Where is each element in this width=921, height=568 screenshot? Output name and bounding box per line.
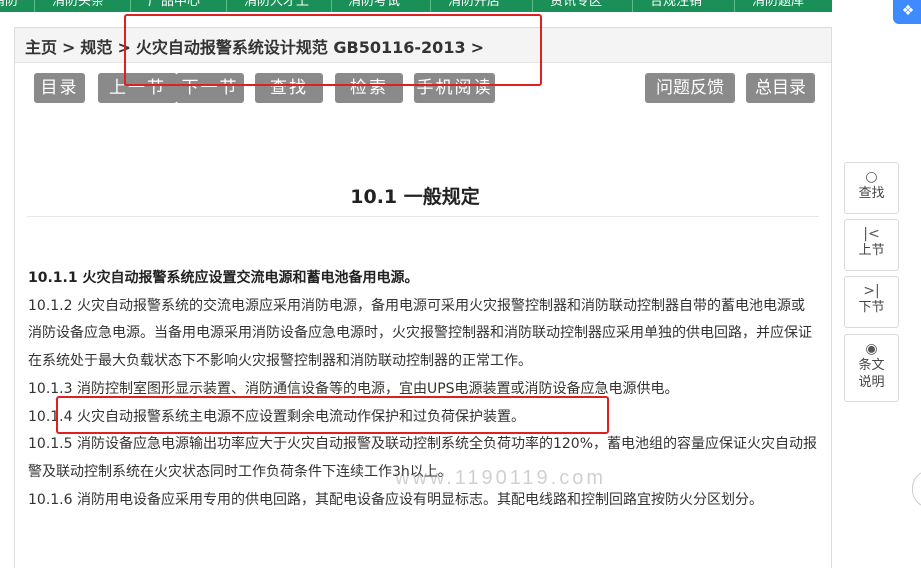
side-find-label: 查找 xyxy=(858,186,885,201)
eye-icon: ◉ xyxy=(865,341,878,357)
side-scroll-handle[interactable] xyxy=(912,470,921,508)
nav-separator xyxy=(331,0,332,12)
side-find-button[interactable]: ○ 查找 xyxy=(844,162,899,214)
next-section-icon: >| xyxy=(863,283,880,299)
breadcrumb-separator: > xyxy=(62,38,76,57)
side-prev-label: 上节 xyxy=(858,243,885,258)
side-prev-button[interactable]: |< 上节 xyxy=(844,219,899,271)
breadcrumb-home[interactable]: 主页 xyxy=(25,38,57,57)
nav-separator xyxy=(226,0,227,12)
nav-item[interactable]: 消防头条 xyxy=(52,0,104,11)
annotation-box-breadcrumb xyxy=(124,14,542,86)
side-clause-explanation-button[interactable]: ◉ 条文说明 xyxy=(844,334,899,402)
side-next-button[interactable]: >| 下节 xyxy=(844,276,899,328)
feedback-button[interactable]: 问题反馈 xyxy=(645,73,735,103)
nav-item[interactable]: 消防考试 xyxy=(348,0,400,11)
nav-separator xyxy=(632,0,633,12)
nav-item[interactable]: 消防人才上 xyxy=(244,0,309,11)
clause-10-1-6: 10.1.6 消防用电设备应采用专用的供电回路，其配电设备应设有明显标志。其配电… xyxy=(28,491,763,508)
nav-separator xyxy=(34,0,35,12)
clause-10-1-2: 10.1.2 火灾自动报警系统的交流电源应采用消防电源，备用电源可采用火灾报警控… xyxy=(28,297,812,370)
master-toc-button[interactable]: 总目录 xyxy=(746,73,815,103)
nav-item[interactable]: 产品中心 xyxy=(148,0,200,11)
nav-separator xyxy=(532,0,533,12)
side-clause-explanation-label: 条文说明 xyxy=(858,358,885,390)
nav-separator xyxy=(430,0,431,12)
nav-item[interactable]: 合规注销 xyxy=(650,0,702,11)
nav-item[interactable]: 消防题库 xyxy=(752,0,804,11)
breadcrumb-standards[interactable]: 规范 xyxy=(80,38,112,57)
title-divider xyxy=(27,216,819,217)
nav-item[interactable]: 资讯专区 xyxy=(550,0,602,11)
nav-item[interactable]: 消防 xyxy=(0,0,18,11)
search-icon: ○ xyxy=(865,169,878,185)
nav-separator xyxy=(130,0,131,12)
share-icon[interactable]: ❖ xyxy=(893,0,921,24)
nav-separator xyxy=(734,0,735,12)
toc-button[interactable]: 目录 xyxy=(34,73,85,103)
clause-10-1-1: 10.1.1 火灾自动报警系统应设置交流电源和蓄电池备用电源。 xyxy=(28,270,419,286)
annotation-box-clause xyxy=(56,396,609,434)
section-title: 10.1 一般规定 xyxy=(350,186,480,208)
top-navigation: 消防 消防头条 产品中心 消防人才上 消防考试 消防开店 资讯专区 合规注销 消… xyxy=(0,0,832,12)
side-next-label: 下节 xyxy=(858,300,885,315)
nav-item[interactable]: 消防开店 xyxy=(448,0,500,11)
watermark: www.1190119.com xyxy=(395,467,607,489)
prev-section-icon: |< xyxy=(863,226,880,242)
